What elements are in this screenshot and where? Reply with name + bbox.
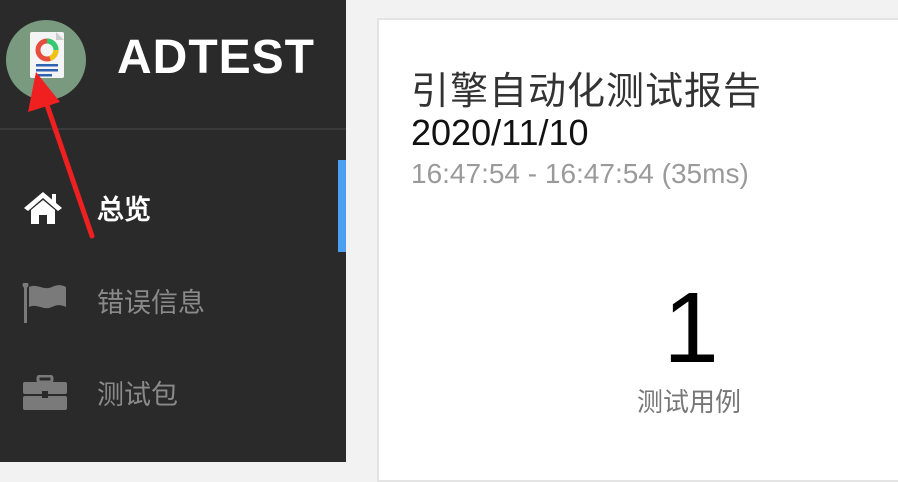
- flag-icon: [22, 282, 68, 323]
- home-icon: [22, 190, 68, 224]
- sidebar-item-label: 总览: [97, 195, 151, 226]
- sidebar-item-test-suites[interactable]: 测试包: [0, 345, 346, 435]
- brand-name: ADTEST: [117, 31, 315, 84]
- sidebar-item-label: 错误信息: [97, 288, 205, 319]
- brand-header: ADTEST: [0, 0, 346, 130]
- test-case-count: 1: [663, 272, 719, 384]
- report-time-range: 16:47:54 - 16:47:54 (35ms): [411, 158, 749, 189]
- sidebar: ADTEST 总览 错误信息 测试包: [0, 0, 346, 462]
- report-title: 引擎自动化测试报告: [411, 69, 763, 113]
- active-indicator: [338, 160, 346, 252]
- app-logo[interactable]: [6, 20, 86, 100]
- report-summary-card: 引擎自动化测试报告 2020/11/10 16:47:54 - 16:47:54…: [377, 18, 898, 482]
- report-date: 2020/11/10: [411, 112, 589, 153]
- briefcase-icon: [22, 374, 68, 410]
- report-chart-icon: [30, 32, 64, 78]
- sidebar-item-errors[interactable]: 错误信息: [0, 253, 346, 343]
- test-case-label: 测试用例: [636, 388, 741, 418]
- sidebar-item-label: 测试包: [97, 380, 178, 411]
- sidebar-item-overview[interactable]: 总览: [0, 160, 346, 252]
